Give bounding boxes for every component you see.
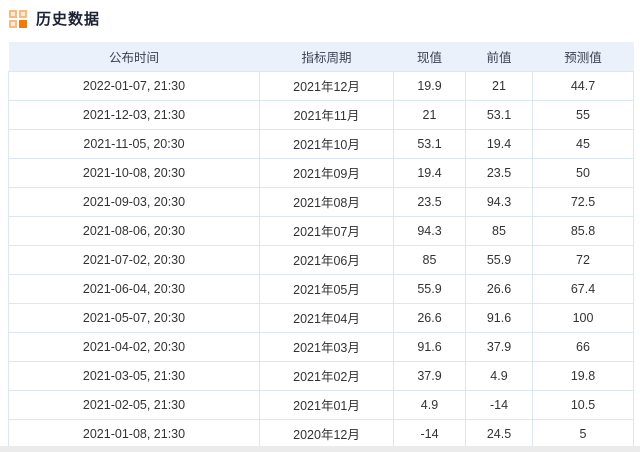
table-cell-current: 91.6	[394, 332, 466, 361]
table-cell-period: 2021年10月	[260, 129, 394, 158]
table-cell-time: 2021-05-07, 20:30	[9, 303, 260, 332]
table-cell-period: 2021年12月	[260, 71, 394, 100]
table-cell-forecast: 5	[533, 419, 634, 448]
column-header-3: 前值	[466, 42, 533, 71]
table-cell-previous: 91.6	[466, 303, 533, 332]
table-cell-period: 2021年01月	[260, 390, 394, 419]
table-cell-current: 21	[394, 100, 466, 129]
table-cell-current: 26.6	[394, 303, 466, 332]
table-row: 2021-04-02, 20:302021年03月91.637.966	[9, 332, 634, 361]
table-cell-period: 2021年09月	[260, 158, 394, 187]
table-cell-period: 2021年08月	[260, 187, 394, 216]
table-row: 2021-11-05, 20:302021年10月53.119.445	[9, 129, 634, 158]
table-cell-period: 2021年02月	[260, 361, 394, 390]
bottom-divider	[0, 446, 640, 452]
page-title: 历史数据	[36, 8, 100, 29]
grid-squares-icon	[9, 10, 27, 28]
table-cell-time: 2021-03-05, 21:30	[9, 361, 260, 390]
table-row: 2021-08-06, 20:302021年07月94.38585.8	[9, 216, 634, 245]
table-cell-forecast: 72.5	[533, 187, 634, 216]
table-cell-previous: 85	[466, 216, 533, 245]
table-cell-time: 2021-02-05, 21:30	[9, 390, 260, 419]
table-cell-previous: 53.1	[466, 100, 533, 129]
table-cell-period: 2021年07月	[260, 216, 394, 245]
table-cell-previous: 24.5	[466, 419, 533, 448]
history-table-body: 2022-01-07, 21:302021年12月19.92144.72021-…	[9, 71, 634, 448]
table-cell-time: 2021-07-02, 20:30	[9, 245, 260, 274]
table-row: 2021-01-08, 21:302020年12月-1424.55	[9, 419, 634, 448]
table-cell-time: 2022-01-07, 21:30	[9, 71, 260, 100]
table-cell-time: 2021-06-04, 20:30	[9, 274, 260, 303]
table-cell-forecast: 66	[533, 332, 634, 361]
table-cell-current: 23.5	[394, 187, 466, 216]
table-cell-forecast: 50	[533, 158, 634, 187]
section-header: 历史数据	[0, 0, 640, 36]
table-cell-forecast: 44.7	[533, 71, 634, 100]
table-cell-previous: 19.4	[466, 129, 533, 158]
table-cell-time: 2021-11-05, 20:30	[9, 129, 260, 158]
table-cell-period: 2021年03月	[260, 332, 394, 361]
table-cell-period: 2020年12月	[260, 419, 394, 448]
table-row: 2021-06-04, 20:302021年05月55.926.667.4	[9, 274, 634, 303]
column-header-1: 指标周期	[260, 42, 394, 71]
header-row: 公布时间指标周期现值前值预测值	[9, 42, 634, 71]
table-cell-previous: 21	[466, 71, 533, 100]
table-cell-period: 2021年05月	[260, 274, 394, 303]
table-row: 2021-12-03, 21:302021年11月2153.155	[9, 100, 634, 129]
table-row: 2021-07-02, 20:302021年06月8555.972	[9, 245, 634, 274]
table-cell-forecast: 100	[533, 303, 634, 332]
table-cell-forecast: 85.8	[533, 216, 634, 245]
table-cell-time: 2021-09-03, 20:30	[9, 187, 260, 216]
history-table: 公布时间指标周期现值前值预测值 2022-01-07, 21:302021年12…	[8, 42, 634, 449]
table-cell-current: 85	[394, 245, 466, 274]
table-cell-previous: 26.6	[466, 274, 533, 303]
table-row: 2021-02-05, 21:302021年01月4.9-1410.5	[9, 390, 634, 419]
table-cell-time: 2021-08-06, 20:30	[9, 216, 260, 245]
table-row: 2021-10-08, 20:302021年09月19.423.550	[9, 158, 634, 187]
table-cell-current: 37.9	[394, 361, 466, 390]
table-cell-current: 53.1	[394, 129, 466, 158]
table-cell-forecast: 72	[533, 245, 634, 274]
table-cell-current: 55.9	[394, 274, 466, 303]
table-row: 2021-05-07, 20:302021年04月26.691.6100	[9, 303, 634, 332]
table-row: 2022-01-07, 21:302021年12月19.92144.7	[9, 71, 634, 100]
table-cell-previous: -14	[466, 390, 533, 419]
table-row: 2021-03-05, 21:302021年02月37.94.919.8	[9, 361, 634, 390]
table-cell-forecast: 55	[533, 100, 634, 129]
table-cell-period: 2021年06月	[260, 245, 394, 274]
history-table-header: 公布时间指标周期现值前值预测值	[9, 42, 634, 71]
table-cell-current: 4.9	[394, 390, 466, 419]
table-cell-previous: 4.9	[466, 361, 533, 390]
column-header-0: 公布时间	[9, 42, 260, 71]
table-cell-current: 19.4	[394, 158, 466, 187]
table-cell-time: 2021-10-08, 20:30	[9, 158, 260, 187]
table-cell-period: 2021年04月	[260, 303, 394, 332]
table-cell-previous: 37.9	[466, 332, 533, 361]
table-cell-forecast: 67.4	[533, 274, 634, 303]
column-header-2: 现值	[394, 42, 466, 71]
table-row: 2021-09-03, 20:302021年08月23.594.372.5	[9, 187, 634, 216]
table-cell-time: 2021-04-02, 20:30	[9, 332, 260, 361]
table-cell-previous: 23.5	[466, 158, 533, 187]
table-cell-forecast: 45	[533, 129, 634, 158]
table-cell-current: -14	[394, 419, 466, 448]
table-cell-previous: 55.9	[466, 245, 533, 274]
table-cell-current: 19.9	[394, 71, 466, 100]
table-cell-current: 94.3	[394, 216, 466, 245]
column-header-4: 预测值	[533, 42, 634, 71]
table-cell-previous: 94.3	[466, 187, 533, 216]
table-cell-forecast: 19.8	[533, 361, 634, 390]
table-cell-forecast: 10.5	[533, 390, 634, 419]
table-cell-time: 2021-12-03, 21:30	[9, 100, 260, 129]
table-cell-time: 2021-01-08, 21:30	[9, 419, 260, 448]
table-cell-period: 2021年11月	[260, 100, 394, 129]
